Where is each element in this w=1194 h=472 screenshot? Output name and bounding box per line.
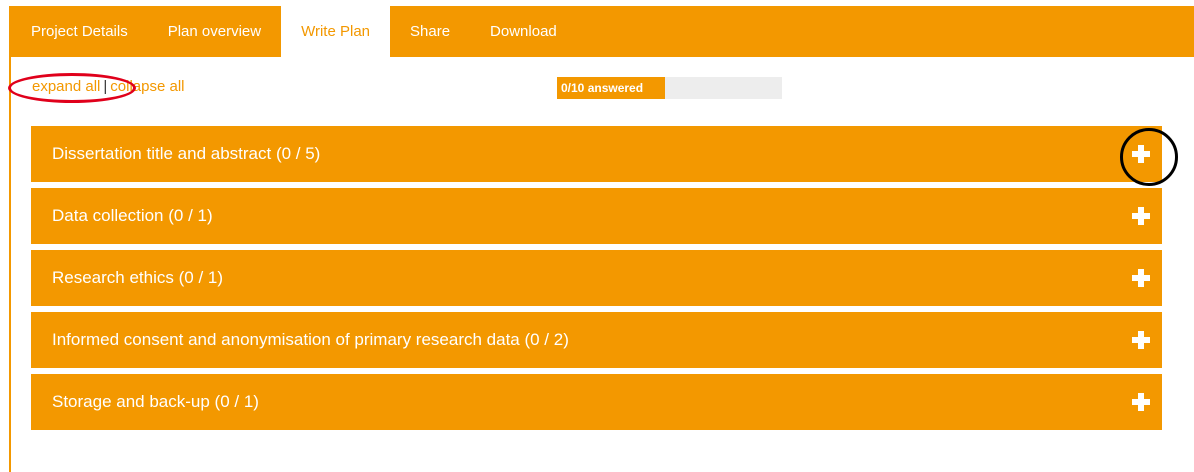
plus-icon[interactable] <box>1132 331 1150 349</box>
section-title: Storage and back-up (0 / 1) <box>52 392 259 411</box>
section-title: Dissertation title and abstract (0 / 5) <box>52 144 321 163</box>
section-title: Data collection (0 / 1) <box>52 206 213 225</box>
separator: | <box>103 78 108 95</box>
plan-tab-bar: Project Details Plan overview Write Plan… <box>9 6 1194 57</box>
section-title: Informed consent and anonymisation of pr… <box>52 330 569 349</box>
plus-icon[interactable] <box>1132 393 1150 411</box>
write-plan-page: Project Details Plan overview Write Plan… <box>0 0 1194 472</box>
expand-all-link[interactable]: expand all <box>32 78 100 95</box>
tab-plan-overview[interactable]: Plan overview <box>148 6 281 57</box>
expand-collapse-controls: expand all | collapse all <box>32 78 185 95</box>
plan-sections: Dissertation title and abstract (0 / 5) … <box>31 126 1162 436</box>
plus-icon[interactable] <box>1132 207 1150 225</box>
progress-label: 0/10 answered <box>561 81 644 95</box>
tab-download[interactable]: Download <box>470 6 577 57</box>
tab-project-details[interactable]: Project Details <box>9 6 148 57</box>
collapse-all-link[interactable]: collapse all <box>110 78 184 95</box>
plus-icon[interactable] <box>1132 145 1150 163</box>
answered-progress-bar: 0/10 answered <box>557 77 782 99</box>
left-border <box>9 6 11 472</box>
section-storage-backup[interactable]: Storage and back-up (0 / 1) <box>31 374 1162 430</box>
section-research-ethics[interactable]: Research ethics (0 / 1) <box>31 250 1162 306</box>
section-title: Research ethics (0 / 1) <box>52 268 224 287</box>
tab-share[interactable]: Share <box>390 6 470 57</box>
section-informed-consent[interactable]: Informed consent and anonymisation of pr… <box>31 312 1162 368</box>
section-data-collection[interactable]: Data collection (0 / 1) <box>31 188 1162 244</box>
plus-icon[interactable] <box>1132 269 1150 287</box>
tab-write-plan[interactable]: Write Plan <box>281 6 391 57</box>
section-dissertation-title[interactable]: Dissertation title and abstract (0 / 5) <box>31 126 1162 182</box>
